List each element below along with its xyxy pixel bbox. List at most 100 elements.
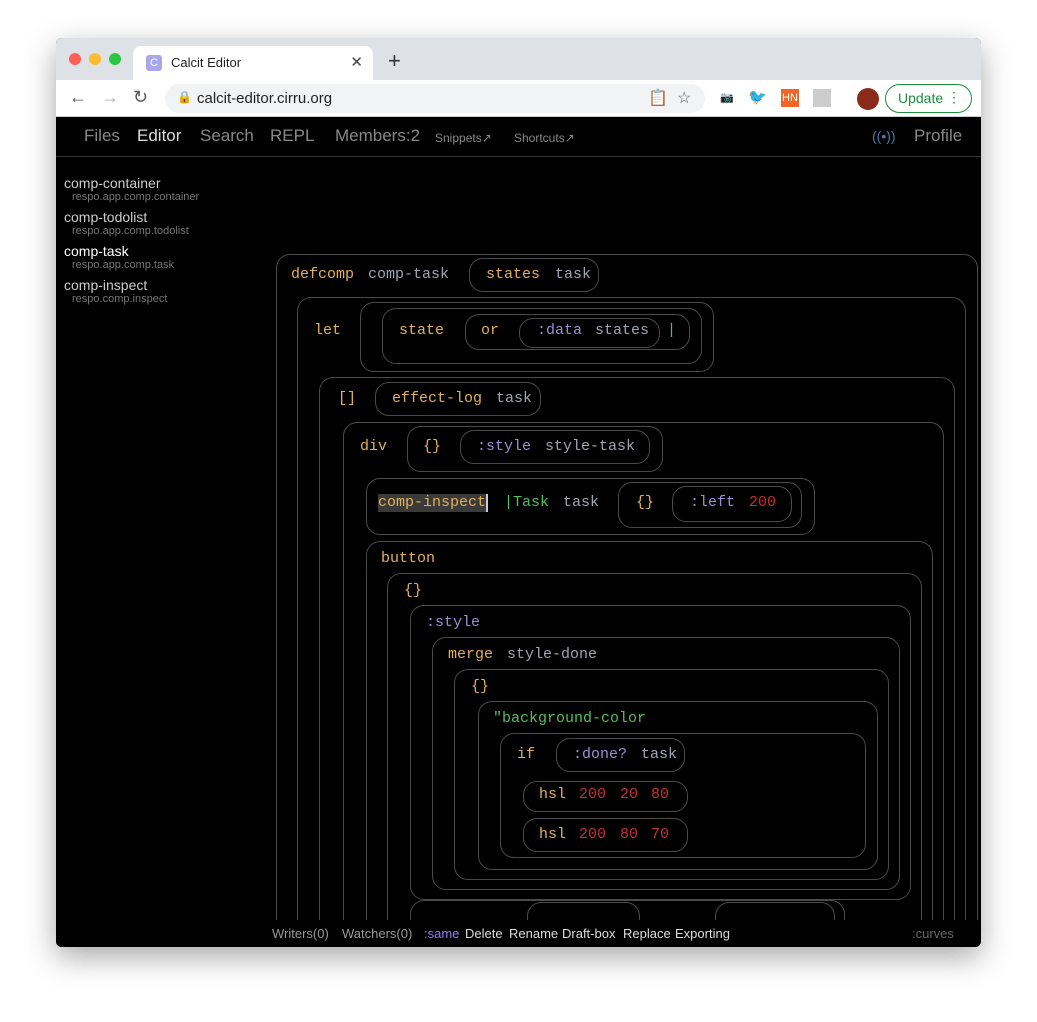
code-token[interactable]: {} bbox=[471, 678, 489, 696]
code-token[interactable]: defcomp bbox=[291, 266, 354, 284]
more-icon[interactable]: ⋮ bbox=[947, 89, 961, 106]
def-ns: respo.app.comp.container bbox=[72, 191, 200, 203]
code-token[interactable]: task bbox=[563, 494, 599, 512]
nav-profile[interactable]: Profile bbox=[914, 126, 962, 146]
def-ns: respo.app.comp.todolist bbox=[72, 225, 189, 237]
replace-button[interactable]: Replace bbox=[623, 926, 671, 941]
code-token[interactable]: style-task bbox=[545, 438, 635, 456]
watchers-count[interactable]: Watchers(0) bbox=[342, 926, 412, 941]
close-tab-icon[interactable]: ✕ bbox=[350, 53, 363, 71]
code-token[interactable]: or bbox=[481, 322, 499, 340]
code-token[interactable]: 200 bbox=[579, 826, 606, 844]
calcit-favicon-icon: C bbox=[146, 55, 162, 71]
camera-icon[interactable]: 📷 bbox=[718, 89, 736, 107]
status-bar: Writers(0) Watchers(0) :same Delete Rena… bbox=[56, 920, 981, 947]
code-token[interactable]: |Task bbox=[504, 494, 549, 512]
browser-window: C Calcit Editor ✕ + ← → ↻ 🔒 calcit-edito… bbox=[56, 38, 981, 947]
code-token[interactable]: | bbox=[667, 322, 676, 340]
code-token[interactable]: :style bbox=[477, 438, 531, 456]
nav-repl[interactable]: REPL bbox=[270, 126, 314, 146]
url-bar[interactable]: 🔒 calcit-editor.cirru.org 📋 ☆ bbox=[165, 84, 705, 113]
code-token[interactable]: 200 bbox=[579, 786, 606, 804]
code-token[interactable]: 70 bbox=[651, 826, 669, 844]
same-toggle[interactable]: :same bbox=[424, 926, 459, 941]
draft-box-button[interactable]: Draft-box bbox=[562, 926, 615, 941]
code-token[interactable]: "background-color bbox=[493, 710, 646, 728]
code-token[interactable]: {} bbox=[404, 582, 422, 600]
nav-files[interactable]: Files bbox=[84, 126, 120, 146]
code-token[interactable]: :done? bbox=[573, 746, 627, 764]
calcit-app: Files Editor Search REPL Members:2 Snipp… bbox=[56, 117, 981, 947]
def-ns: respo.app.comp.task bbox=[72, 259, 175, 271]
def-name: comp-todolist bbox=[64, 209, 148, 225]
code-token[interactable]: 200 bbox=[749, 494, 776, 512]
code-token[interactable]: div bbox=[360, 438, 387, 456]
sidebar-item-comp-task[interactable]: comp-task respo.app.comp.task bbox=[64, 243, 199, 271]
code-token[interactable]: :left bbox=[690, 494, 735, 512]
expression-box[interactable] bbox=[527, 902, 640, 920]
rename-button[interactable]: Rename bbox=[509, 926, 558, 941]
exporting-button[interactable]: Exporting bbox=[675, 926, 730, 941]
code-token[interactable]: {} bbox=[423, 438, 441, 456]
tab-title: Calcit Editor bbox=[171, 55, 242, 70]
sidebar-item-comp-todolist[interactable]: comp-todolist respo.app.comp.todolist bbox=[64, 209, 199, 237]
def-name: comp-inspect bbox=[64, 277, 148, 293]
code-token[interactable]: hsl bbox=[539, 826, 566, 844]
code-token[interactable]: task bbox=[641, 746, 677, 764]
code-token[interactable]: comp-inspect bbox=[378, 494, 489, 512]
tab-bar: C Calcit Editor ✕ + bbox=[56, 38, 981, 80]
code-token[interactable]: 20 bbox=[620, 786, 638, 804]
code-token[interactable]: merge bbox=[448, 646, 493, 664]
broadcast-icon[interactable]: ((•)) bbox=[872, 128, 896, 144]
back-icon[interactable]: ← bbox=[69, 87, 87, 108]
code-token[interactable]: button bbox=[381, 550, 435, 568]
avatar[interactable] bbox=[857, 88, 879, 110]
update-label: Update bbox=[898, 90, 944, 106]
clipboard-icon[interactable]: 📋 bbox=[648, 88, 668, 108]
def-name: comp-task bbox=[64, 243, 129, 259]
nav-shortcuts[interactable]: Shortcuts↗ bbox=[514, 131, 575, 145]
code-token[interactable]: task bbox=[496, 390, 532, 408]
code-token[interactable]: state bbox=[399, 322, 444, 340]
code-token[interactable]: states bbox=[486, 266, 540, 284]
code-token[interactable]: states bbox=[595, 322, 649, 340]
curves-toggle[interactable]: :curves bbox=[912, 926, 954, 941]
sidebar-item-comp-inspect[interactable]: comp-inspect respo.comp.inspect bbox=[64, 277, 199, 305]
code-token[interactable]: 80 bbox=[651, 786, 669, 804]
code-token[interactable]: comp-task bbox=[368, 266, 449, 284]
code-token[interactable]: style-done bbox=[507, 646, 597, 664]
nav-members[interactable]: Members:2 bbox=[335, 126, 420, 146]
delete-button[interactable]: Delete bbox=[465, 926, 503, 941]
code-token[interactable]: [] bbox=[338, 390, 356, 408]
code-editor[interactable]: Files Editor Search REPL Members:2 Snipp… bbox=[56, 117, 981, 920]
writers-count[interactable]: Writers(0) bbox=[272, 926, 329, 941]
sidebar-item-comp-container[interactable]: comp-container respo.app.comp.container bbox=[64, 175, 199, 203]
code-token[interactable]: task bbox=[555, 266, 591, 284]
update-button[interactable]: Update ⋮ bbox=[885, 84, 972, 113]
minimize-window-button[interactable] bbox=[89, 53, 101, 65]
url-text[interactable]: calcit-editor.cirru.org bbox=[197, 90, 332, 107]
reload-icon[interactable]: ↻ bbox=[133, 87, 148, 108]
nav-search[interactable]: Search bbox=[200, 126, 254, 146]
close-window-button[interactable] bbox=[69, 53, 81, 65]
nav-snippets[interactable]: Snippets↗ bbox=[435, 131, 492, 145]
code-token[interactable]: 80 bbox=[620, 826, 638, 844]
code-token[interactable]: effect-log bbox=[392, 390, 482, 408]
code-token[interactable]: if bbox=[517, 746, 535, 764]
forward-icon[interactable]: → bbox=[101, 87, 119, 108]
hn-extension-icon[interactable]: HN bbox=[781, 89, 799, 107]
code-token[interactable]: let bbox=[314, 322, 341, 340]
sidebar: comp-container respo.app.comp.container c… bbox=[64, 175, 199, 311]
expression-box[interactable] bbox=[715, 902, 835, 920]
maximize-window-button[interactable] bbox=[109, 53, 121, 65]
extension-icon[interactable] bbox=[813, 89, 831, 107]
code-token[interactable]: :style bbox=[426, 614, 480, 632]
code-token[interactable]: :data bbox=[537, 322, 582, 340]
code-token[interactable]: {} bbox=[636, 494, 654, 512]
new-tab-icon[interactable]: + bbox=[388, 48, 401, 74]
code-token[interactable]: hsl bbox=[539, 786, 566, 804]
star-icon[interactable]: ☆ bbox=[677, 88, 691, 108]
browser-tab[interactable]: C Calcit Editor ✕ bbox=[133, 46, 373, 80]
nav-editor[interactable]: Editor bbox=[137, 126, 181, 146]
twitter-icon[interactable]: 🐦 bbox=[748, 89, 767, 107]
